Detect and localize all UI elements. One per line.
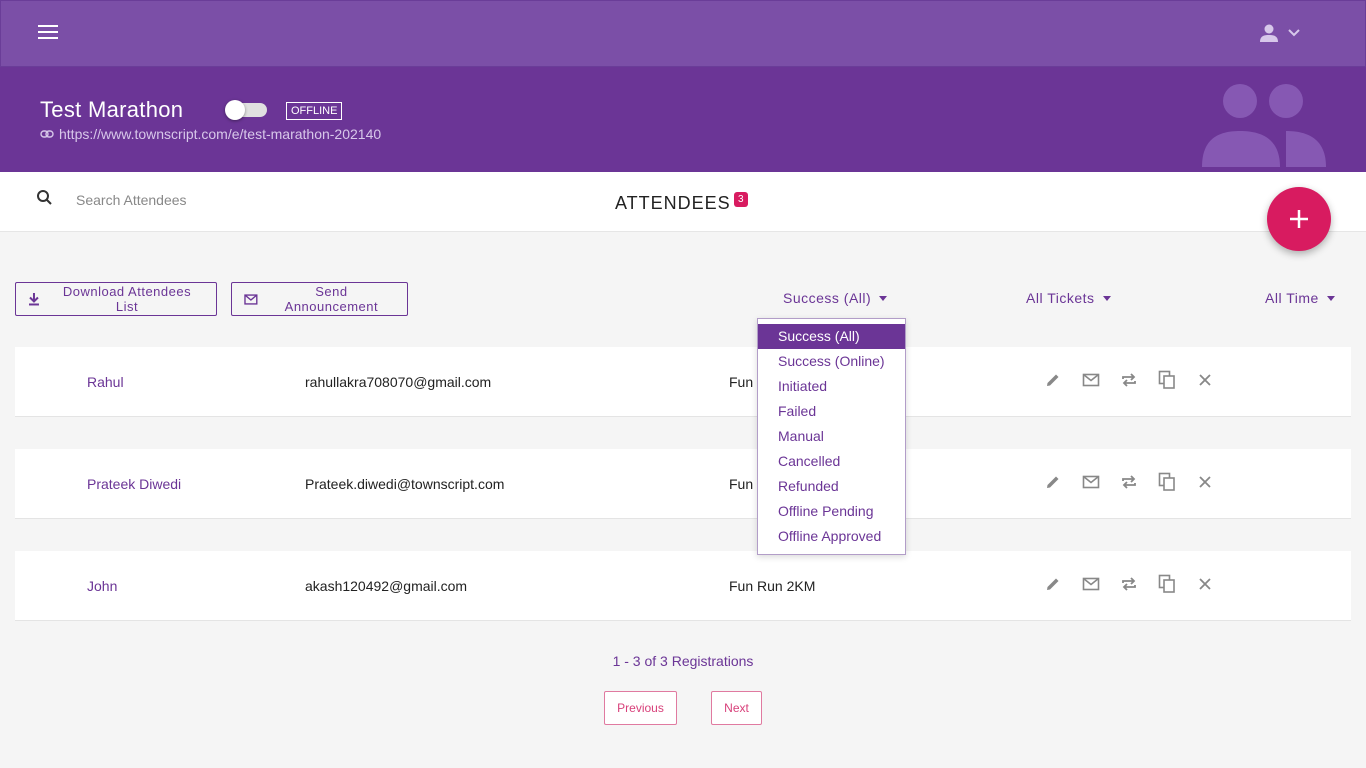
- copy-icon[interactable]: [1157, 472, 1176, 491]
- status-option-offline-pending[interactable]: Offline Pending: [758, 499, 905, 524]
- copy-icon[interactable]: [1157, 574, 1176, 593]
- edit-icon[interactable]: [1043, 472, 1062, 491]
- time-filter[interactable]: All Time: [1265, 290, 1335, 306]
- download-icon: [28, 293, 39, 306]
- transfer-icon[interactable]: [1119, 472, 1138, 491]
- download-attendees-label: Download Attendees List: [62, 284, 192, 314]
- row-actions: [1043, 370, 1214, 389]
- transfer-icon[interactable]: [1119, 370, 1138, 389]
- table-row[interactable]: Rahul rahullakra708070@gmail.com Fun: [15, 347, 1351, 417]
- close-icon[interactable]: [1195, 472, 1214, 491]
- add-attendee-button[interactable]: [1267, 187, 1331, 251]
- attendee-count-badge: 3: [734, 192, 748, 207]
- status-badge: OFFLINE: [286, 102, 343, 120]
- plus-icon: [1290, 210, 1308, 228]
- tickets-filter[interactable]: All Tickets: [1026, 290, 1111, 306]
- offline-toggle[interactable]: [225, 100, 267, 120]
- user-menu[interactable]: [1259, 23, 1301, 43]
- row-actions: [1043, 574, 1214, 593]
- previous-button[interactable]: Previous: [604, 691, 677, 725]
- mail-icon[interactable]: [1081, 472, 1100, 491]
- attendee-ticket: Fun: [729, 374, 754, 390]
- people-icon: [1202, 84, 1326, 167]
- event-url[interactable]: https://www.townscript.com/e/test-marath…: [40, 126, 381, 142]
- edit-icon[interactable]: [1043, 370, 1062, 389]
- caret-down-icon: [879, 295, 888, 301]
- attendee-ticket: Fun: [729, 476, 754, 492]
- search-bar: ATTENDEES 3: [0, 172, 1366, 232]
- caret-down-icon: [1102, 295, 1111, 301]
- status-option-failed[interactable]: Failed: [758, 399, 905, 424]
- close-icon[interactable]: [1195, 370, 1214, 389]
- close-icon[interactable]: [1195, 574, 1214, 593]
- download-attendees-button[interactable]: Download Attendees List: [15, 282, 217, 316]
- event-title: Test Marathon: [40, 97, 184, 122]
- link-icon: [40, 130, 54, 138]
- status-option-success-online[interactable]: Success (Online): [758, 349, 905, 374]
- status-filter[interactable]: Success (All): [783, 290, 888, 306]
- tickets-filter-label: All Tickets: [1026, 290, 1095, 306]
- attendee-email: akash120492@gmail.com: [305, 578, 468, 594]
- pagination-summary: 1 - 3 of 3 Registrations: [612, 653, 754, 669]
- status-dropdown-menu: Success (All) Success (Online) Initiated…: [757, 318, 906, 555]
- attendee-name[interactable]: John: [87, 578, 117, 594]
- transfer-icon[interactable]: [1119, 574, 1138, 593]
- chevron-down-icon: [1288, 29, 1300, 37]
- row-actions: [1043, 472, 1214, 491]
- page-title: ATTENDEES: [615, 193, 731, 213]
- status-option-offline-approved[interactable]: Offline Approved: [758, 524, 905, 549]
- edit-icon[interactable]: [1043, 574, 1062, 593]
- time-filter-label: All Time: [1265, 290, 1319, 306]
- top-bar: [0, 0, 1366, 67]
- copy-icon[interactable]: [1157, 370, 1176, 389]
- attendee-name[interactable]: Rahul: [87, 374, 124, 390]
- mail-icon[interactable]: [1081, 370, 1100, 389]
- event-url-text: https://www.townscript.com/e/test-marath…: [59, 126, 382, 142]
- user-icon: [1260, 24, 1278, 42]
- status-filter-label: Success (All): [783, 290, 872, 306]
- attendee-name[interactable]: Prateek Diwedi: [87, 476, 181, 492]
- table-row[interactable]: John akash120492@gmail.com Fun Run 2KM: [15, 551, 1351, 621]
- send-announcement-label: Send Announcement: [284, 284, 379, 314]
- mail-icon: [244, 293, 258, 305]
- attendee-email: Prateek.diwedi@townscript.com: [305, 476, 505, 492]
- mail-icon[interactable]: [1081, 574, 1100, 593]
- caret-down-icon: [1326, 295, 1335, 301]
- status-option-refunded[interactable]: Refunded: [758, 474, 905, 499]
- status-option-cancelled[interactable]: Cancelled: [758, 449, 905, 474]
- search-input[interactable]: [76, 192, 376, 208]
- search-icon: [37, 190, 52, 205]
- attendee-email: rahullakra708070@gmail.com: [305, 374, 492, 390]
- status-option-initiated[interactable]: Initiated: [758, 374, 905, 399]
- event-header: Test Marathon OFFLINE https://www.townsc…: [0, 67, 1366, 172]
- menu-icon[interactable]: [38, 25, 60, 43]
- next-button[interactable]: Next: [711, 691, 762, 725]
- status-option-manual[interactable]: Manual: [758, 424, 905, 449]
- send-announcement-button[interactable]: Send Announcement: [231, 282, 408, 316]
- status-option-success-all[interactable]: Success (All): [758, 324, 905, 349]
- table-row[interactable]: Prateek Diwedi Prateek.diwedi@townscript…: [15, 449, 1351, 519]
- attendee-ticket: Fun Run 2KM: [729, 578, 816, 594]
